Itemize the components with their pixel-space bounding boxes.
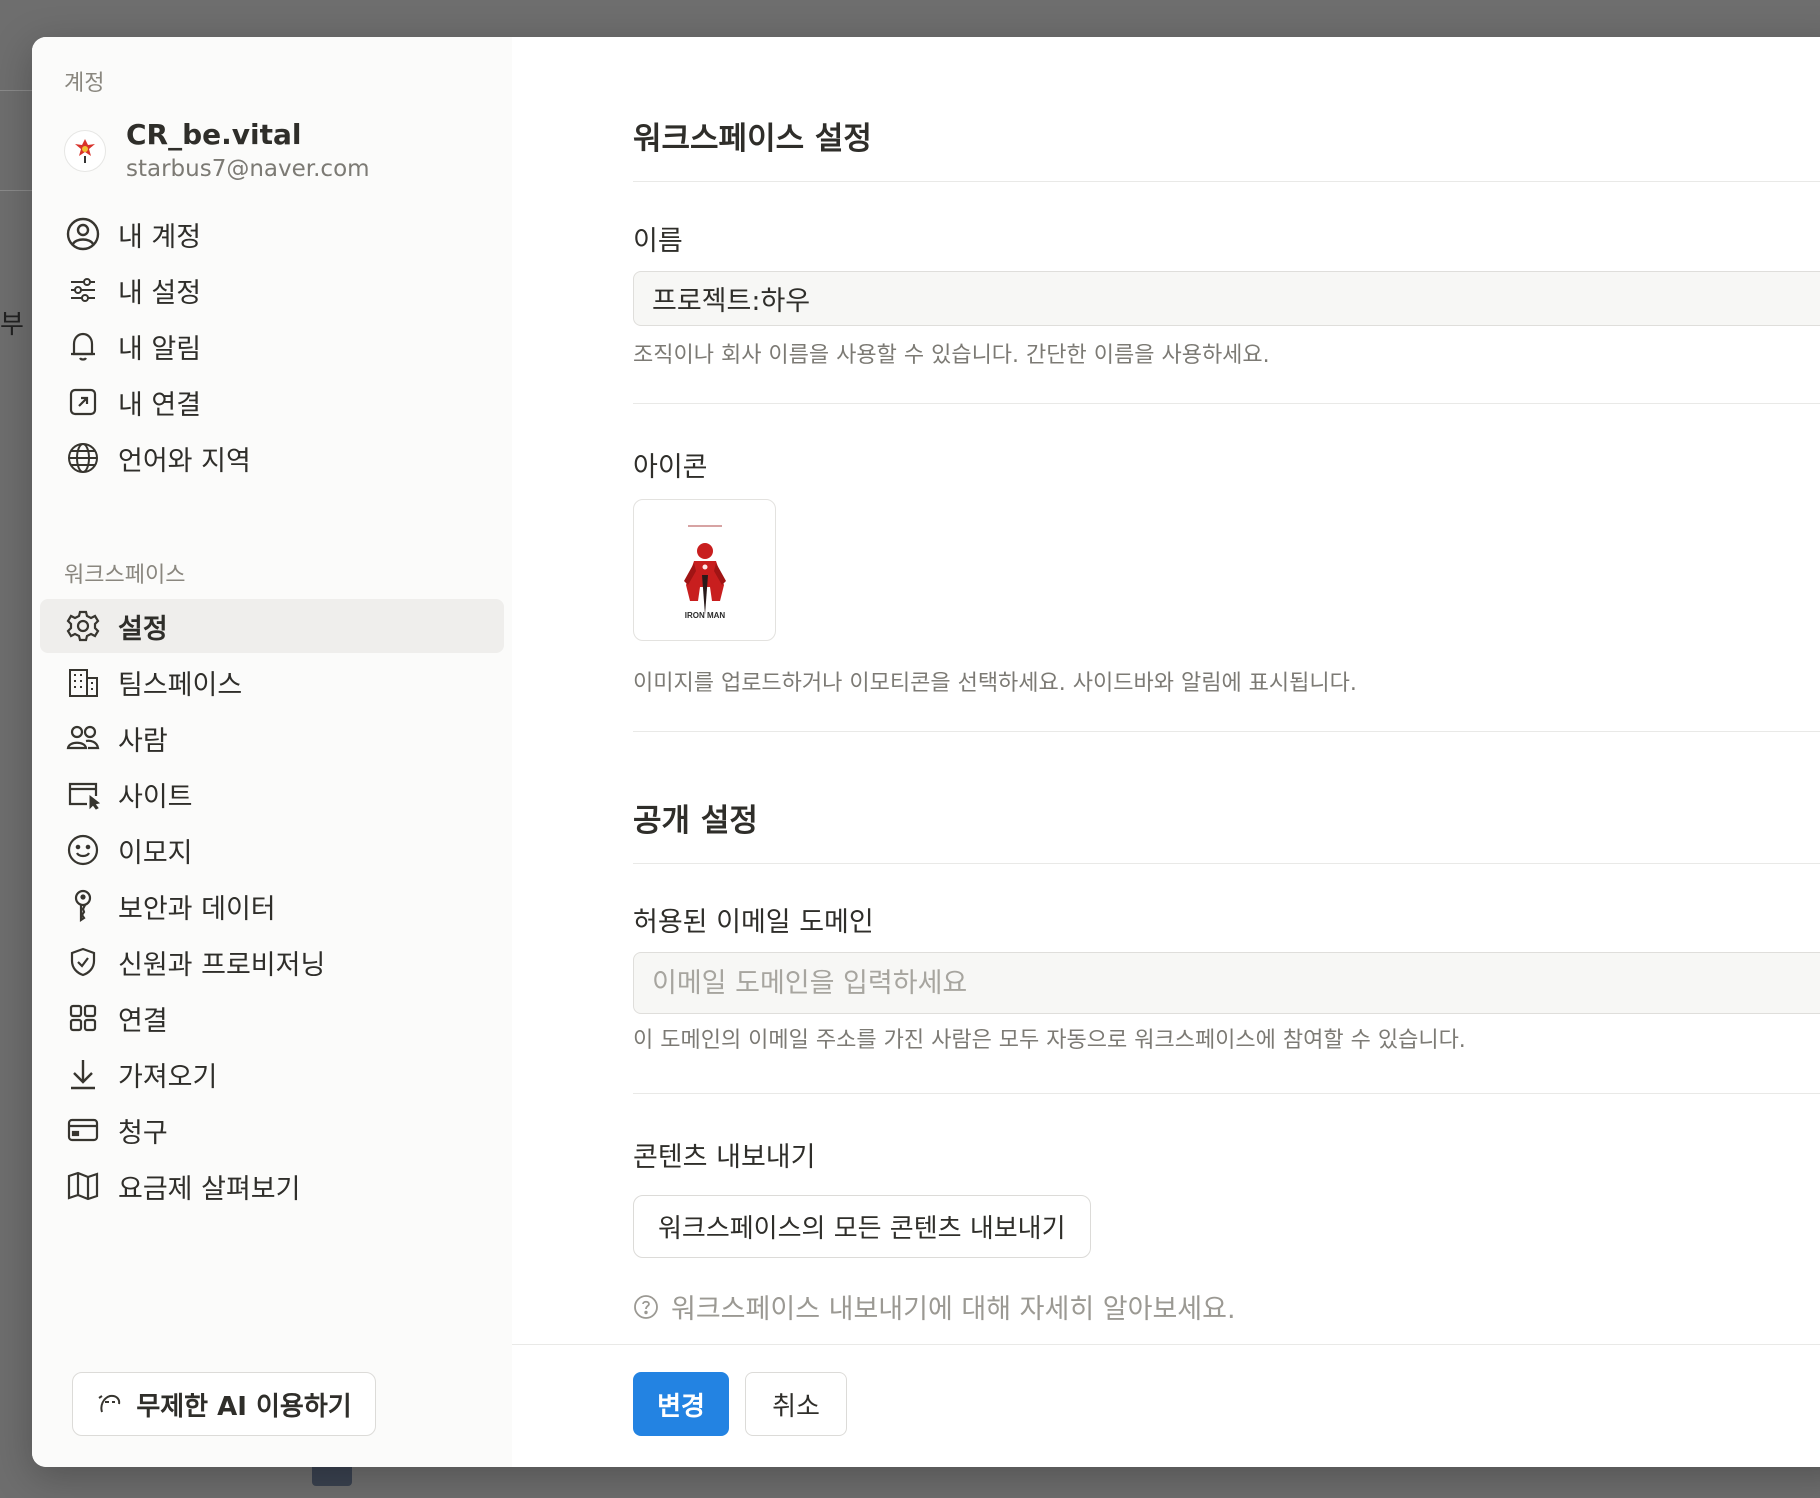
sidebar-item-label: 언어와 지역	[118, 445, 251, 477]
sidebar-item-label: 내 연결	[118, 389, 202, 421]
sidebar-item-label: 내 설정	[118, 277, 202, 309]
sidebar-item-my-account[interactable]: 내 계정	[40, 207, 504, 261]
divider	[633, 731, 1820, 732]
footer-divider	[512, 1344, 1820, 1345]
globe-icon	[64, 439, 102, 477]
sidebar-item-settings[interactable]: 설정	[40, 599, 504, 653]
profile-email: starbus7@naver.com	[126, 156, 370, 182]
people-icon	[64, 719, 102, 757]
sidebar-item-my-notifications[interactable]: 내 알림	[40, 319, 504, 373]
gear-icon	[64, 607, 102, 645]
name-help-text: 조직이나 회사 이름을 사용할 수 있습니다. 간단한 이름을 사용하세요.	[633, 343, 1270, 368]
sliders-icon	[64, 271, 102, 309]
help-circle-icon	[634, 1294, 658, 1319]
iron-man-poster-icon: IRON MAN	[649, 515, 760, 625]
sidebar-item-label: 설정	[118, 613, 168, 645]
account-section-label: 계정	[64, 71, 105, 96]
sidebar-item-label: 사람	[118, 725, 168, 757]
sidebar-item-label: 요금제 살펴보기	[118, 1173, 301, 1205]
cancel-button[interactable]: 취소	[745, 1372, 847, 1436]
settings-modal: 계정 CR_be.vital starbus7@naver.com 내 계정 내…	[32, 37, 1820, 1467]
divider	[633, 863, 1820, 864]
user-circle-icon	[64, 215, 102, 253]
bell-icon	[64, 327, 102, 365]
divider	[633, 181, 1820, 182]
poster-text: IRON MAN	[684, 611, 725, 620]
public-settings-heading: 공개 설정	[633, 803, 758, 839]
email-domain-input[interactable]	[633, 952, 1820, 1014]
domain-help-text: 이 도메인의 이메일 주소를 가진 사람은 모두 자동으로 워크스페이스에 참여…	[633, 1028, 1466, 1053]
workspace-name-input[interactable]	[633, 271, 1820, 326]
export-learn-more-link[interactable]: 워크스페이스 내보내기에 대해 자세히 알아보세요.	[633, 1287, 1236, 1326]
icon-label: 아이콘	[633, 452, 708, 483]
sidebar-item-language-region[interactable]: 언어와 지역	[40, 431, 504, 485]
settings-main: 워크스페이스 설정 이름 조직이나 회사 이름을 사용할 수 있습니다. 간단한…	[512, 37, 1820, 1467]
sidebar-item-label: 연결	[118, 1005, 168, 1037]
credit-card-icon	[64, 1111, 102, 1149]
unlimited-ai-label: 무제한 AI 이용하기	[136, 1391, 352, 1422]
save-button[interactable]: 변경	[633, 1372, 729, 1436]
sidebar-item-label: 이모지	[118, 837, 193, 869]
sidebar-item-label: 가져오기	[118, 1061, 218, 1093]
profile-name: CR_be.vital	[126, 118, 302, 151]
divider	[633, 403, 1820, 404]
sidebar-item-teamspaces[interactable]: 팀스페이스	[40, 655, 504, 709]
account-nav: 내 계정 내 설정 내 알림 내 연결 언어와 지역	[40, 207, 504, 487]
sidebar-item-my-connections[interactable]: 내 연결	[40, 375, 504, 429]
content-export-label: 콘텐츠 내보내기	[633, 1142, 816, 1173]
external-link-icon	[64, 383, 102, 421]
sidebar-item-label: 내 알림	[118, 333, 202, 365]
sidebar-item-label: 내 계정	[118, 221, 202, 253]
background-divider	[0, 90, 32, 91]
key-icon	[64, 887, 102, 925]
name-label: 이름	[633, 226, 683, 257]
sidebar-item-import[interactable]: 가져오기	[40, 1047, 504, 1101]
export-all-content-button[interactable]: 워크스페이스의 모든 콘텐츠 내보내기	[633, 1195, 1091, 1258]
sidebar-item-my-settings[interactable]: 내 설정	[40, 263, 504, 317]
sidebar-item-people[interactable]: 사람	[40, 711, 504, 765]
workspace-icon-picker[interactable]: IRON MAN	[633, 499, 776, 641]
allowed-domain-label: 허용된 이메일 도메인	[633, 907, 874, 938]
profile: CR_be.vital starbus7@naver.com	[64, 117, 370, 185]
sidebar-item-sites[interactable]: 사이트	[40, 767, 504, 821]
building-icon	[64, 663, 102, 701]
browser-cursor-icon	[64, 775, 102, 813]
sidebar-item-connections[interactable]: 연결	[40, 991, 504, 1045]
grid-icon	[64, 999, 102, 1037]
sidebar-item-label: 신원과 프로비저닝	[118, 949, 326, 981]
background-divider	[0, 190, 32, 191]
sidebar-item-billing[interactable]: 청구	[40, 1103, 504, 1157]
workspace-section-label: 워크스페이스	[64, 563, 186, 588]
smiley-icon	[64, 831, 102, 869]
map-icon	[64, 1167, 102, 1205]
divider	[633, 1093, 1820, 1094]
unlimited-ai-button[interactable]: 무제한 AI 이용하기	[72, 1372, 376, 1436]
workspace-nav: 설정 팀스페이스 사람 사이트 이모지 보안과 데이터 신원과 프로비저닝 연결…	[40, 599, 504, 1215]
sidebar-item-label: 청구	[118, 1117, 168, 1149]
export-learn-more-text: 워크스페이스 내보내기에 대해 자세히 알아보세요.	[671, 1294, 1236, 1325]
icon-help-text: 이미지를 업로드하거나 이모티콘을 선택하세요. 사이드바와 알림에 표시됩니다…	[633, 671, 1357, 696]
sidebar-item-label: 사이트	[118, 781, 193, 813]
sidebar-item-identity-provisioning[interactable]: 신원과 프로비저닝	[40, 935, 504, 989]
download-icon	[64, 1055, 102, 1093]
sidebar-item-emoji[interactable]: 이모지	[40, 823, 504, 877]
page-title: 워크스페이스 설정	[633, 121, 872, 157]
settings-sidebar: 계정 CR_be.vital starbus7@naver.com 내 계정 내…	[32, 37, 512, 1467]
avatar	[64, 130, 106, 172]
sidebar-item-plans[interactable]: 요금제 살펴보기	[40, 1159, 504, 1213]
ai-face-icon	[98, 1394, 121, 1413]
sidebar-item-label: 보안과 데이터	[118, 893, 276, 925]
sidebar-item-security-data[interactable]: 보안과 데이터	[40, 879, 504, 933]
shield-check-icon	[64, 943, 102, 981]
sidebar-item-label: 팀스페이스	[118, 669, 243, 701]
